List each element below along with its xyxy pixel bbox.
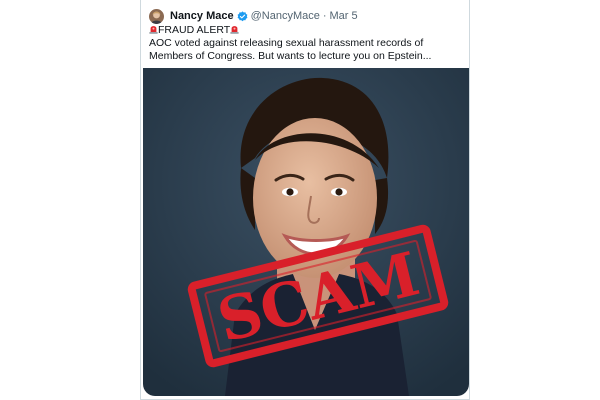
tweet-media-photo[interactable]: SCAM [143,68,469,396]
verified-badge-icon [237,10,248,22]
author-display-name[interactable]: Nancy Mace [170,10,234,22]
police-siren-icon [149,24,158,34]
police-siren-icon [230,24,239,34]
tweet-body-text: AOC voted against releasing sexual haras… [149,37,432,62]
header-separator: · [322,10,327,22]
tweet-header: Nancy Mace @NancyMace · Mar 5 [149,8,358,24]
alert-label: FRAUD ALERT [158,24,231,36]
tweet-text: FRAUD ALERT AOC voted against releasing … [149,24,467,63]
scam-stamp-overlay: SCAM [183,224,453,368]
author-handle[interactable]: @NancyMace [251,10,320,22]
author-avatar[interactable] [149,8,164,24]
tweet-card[interactable]: Nancy Mace @NancyMace · Mar 5 FRAUD ALER… [140,0,470,400]
tweet-timestamp[interactable]: Mar 5 [330,10,358,22]
alert-line: FRAUD ALERT [149,24,467,37]
